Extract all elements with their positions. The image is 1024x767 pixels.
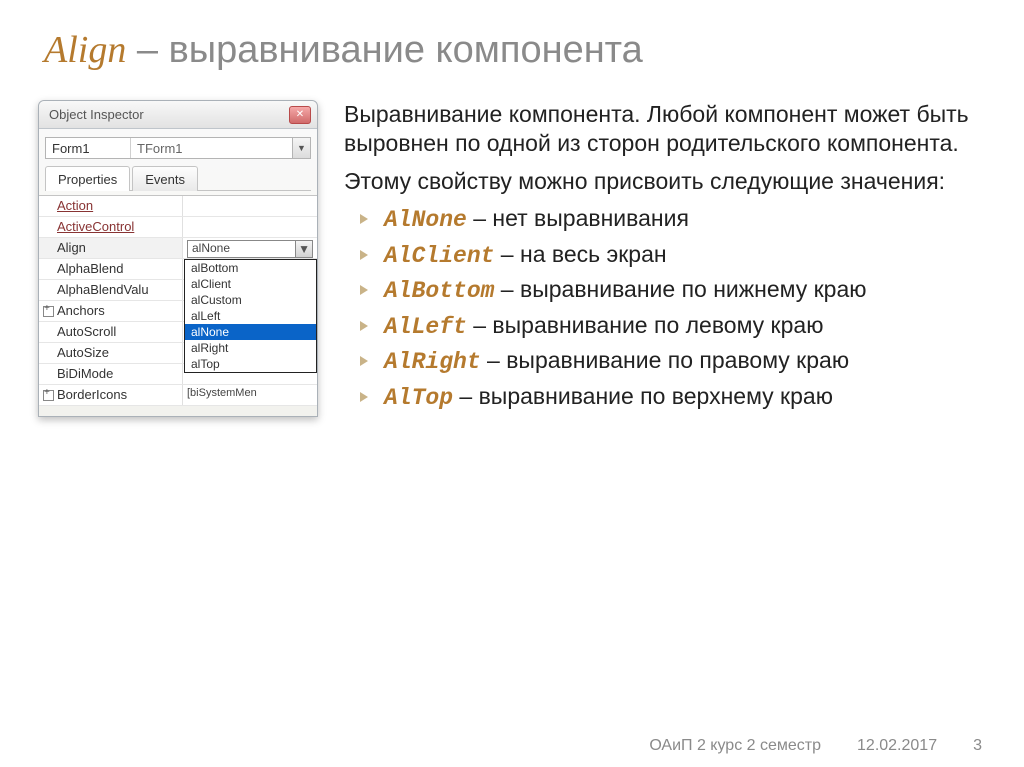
- property-value[interactable]: [183, 217, 317, 237]
- value-code: AlRight: [384, 349, 481, 375]
- value-code: AlNone: [384, 207, 467, 233]
- title-keyword: Align: [44, 29, 126, 71]
- list-item: AlNone – нет выравнивания: [348, 204, 976, 235]
- value-text: – на весь экран: [494, 241, 666, 267]
- object-selector[interactable]: Form1 TForm1 ▼: [45, 137, 311, 159]
- description-column: Выравнивание компонента. Любой компонент…: [344, 100, 986, 417]
- property-value[interactable]: alNone▼: [183, 238, 317, 258]
- property-row[interactable]: Action: [39, 196, 317, 217]
- property-row[interactable]: ActiveControl: [39, 217, 317, 238]
- list-item: AlRight – выравнивание по правому краю: [348, 346, 976, 377]
- selector-type: TForm1: [131, 138, 292, 158]
- footer-date: 12.02.2017: [857, 737, 937, 755]
- value-code: AlClient: [384, 243, 494, 269]
- object-inspector-window: Object Inspector ✕ Form1 TForm1 ▼ Proper…: [38, 100, 318, 417]
- list-item: AlLeft – выравнивание по левому краю: [348, 311, 976, 342]
- footer-course: ОАиП 2 курс 2 семестр: [649, 737, 821, 755]
- align-dropdown[interactable]: alBottomalClientalCustomalLeftalNonealRi…: [184, 259, 317, 373]
- property-value[interactable]: [183, 196, 317, 216]
- dropdown-option[interactable]: alCustom: [185, 292, 316, 308]
- property-name: BorderIcons: [39, 385, 183, 405]
- tab-properties[interactable]: Properties: [45, 166, 130, 191]
- close-icon[interactable]: ✕: [289, 106, 311, 124]
- property-name: BiDiMode: [39, 364, 183, 384]
- value-text: – выравнивание по верхнему краю: [453, 383, 833, 409]
- property-name: Anchors: [39, 301, 183, 321]
- selector-name: Form1: [46, 138, 131, 158]
- property-row[interactable]: BorderIcons[biSystemMen: [39, 385, 317, 406]
- dropdown-option[interactable]: alRight: [185, 340, 316, 356]
- property-row[interactable]: AlignalNone▼: [39, 238, 317, 259]
- property-name: ActiveControl: [39, 217, 183, 237]
- property-name: Align: [39, 238, 183, 258]
- value-text: – выравнивание по нижнему краю: [494, 276, 866, 302]
- window-title: Object Inspector: [49, 107, 289, 122]
- property-name: AutoSize: [39, 343, 183, 363]
- value-code: AlTop: [384, 385, 453, 411]
- dropdown-option[interactable]: alLeft: [185, 308, 316, 324]
- window-titlebar[interactable]: Object Inspector ✕: [39, 101, 317, 129]
- list-item: AlClient – на весь экран: [348, 240, 976, 271]
- dropdown-option[interactable]: alTop: [185, 356, 316, 372]
- dropdown-option[interactable]: alNone: [185, 324, 316, 340]
- dropdown-option[interactable]: alClient: [185, 276, 316, 292]
- dropdown-option[interactable]: alBottom: [185, 260, 316, 276]
- paragraph: Этому свойству можно присвоить следующие…: [344, 167, 976, 196]
- list-item: AlBottom – выравнивание по нижнему краю: [348, 275, 976, 306]
- paragraph: Выравнивание компонента. Любой компонент…: [344, 100, 976, 159]
- footer-page: 3: [973, 737, 982, 755]
- tab-events[interactable]: Events: [132, 166, 198, 191]
- chevron-down-icon[interactable]: ▼: [295, 241, 312, 257]
- value-code: AlBottom: [384, 278, 494, 304]
- value-text: – выравнивание по левому краю: [467, 312, 824, 338]
- slide-title: Align – выравнивание компонента: [38, 28, 986, 72]
- value-text: – выравнивание по правому краю: [481, 347, 849, 373]
- value-text: – нет выравнивания: [467, 205, 689, 231]
- property-value[interactable]: [biSystemMen: [183, 385, 317, 405]
- property-name: AlphaBlend: [39, 259, 183, 279]
- property-name: Action: [39, 196, 183, 216]
- property-name: AutoScroll: [39, 322, 183, 342]
- slide-footer: ОАиП 2 курс 2 семестр 12.02.2017 3: [649, 737, 982, 755]
- value-list: AlNone – нет выравнивания AlClient – на в…: [344, 204, 976, 413]
- chevron-down-icon[interactable]: ▼: [292, 138, 310, 158]
- property-grid: ActionActiveControlAlignalNone▼AlphaBlen…: [39, 195, 317, 406]
- value-code: AlLeft: [384, 314, 467, 340]
- list-item: AlTop – выравнивание по верхнему краю: [348, 382, 976, 413]
- property-name: AlphaBlendValu: [39, 280, 183, 300]
